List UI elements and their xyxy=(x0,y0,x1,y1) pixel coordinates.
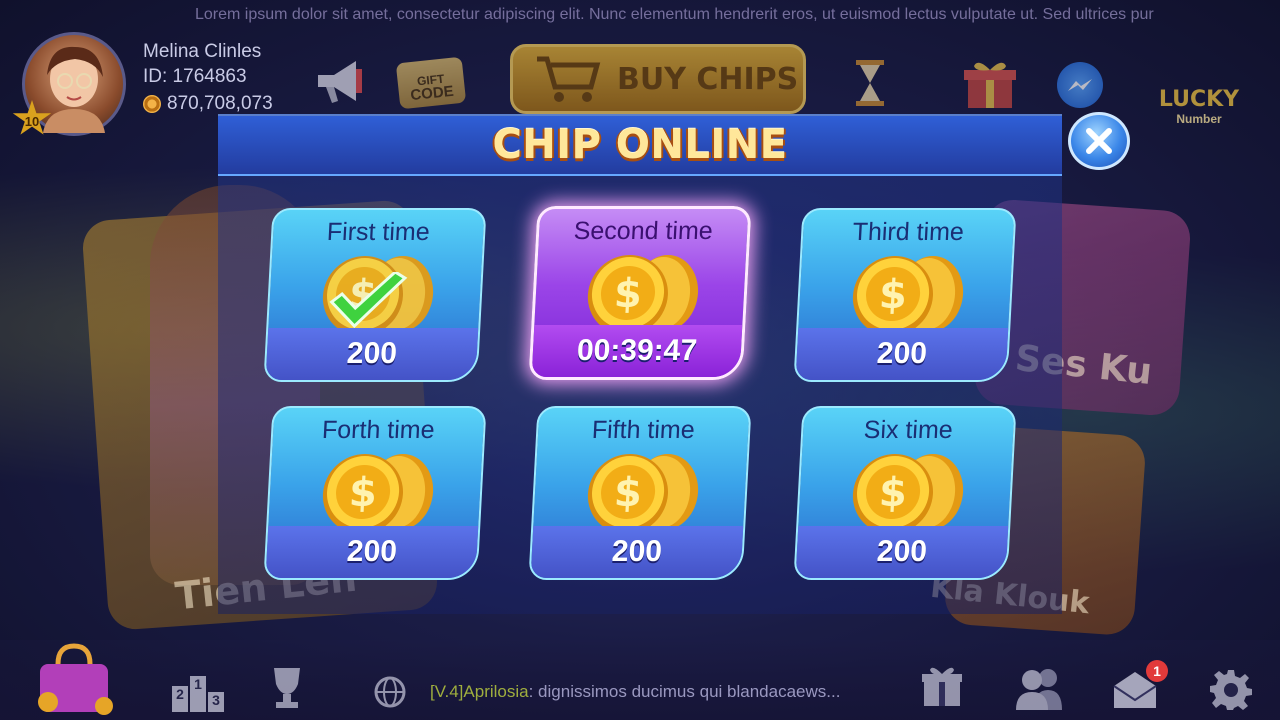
reward-card-label: Second time xyxy=(573,217,714,245)
mail-notification-badge: 1 xyxy=(1146,660,1168,682)
gift-box-icon[interactable] xyxy=(960,58,1020,110)
reward-card-label: Third time xyxy=(851,218,965,246)
reward-card-label: Forth time xyxy=(321,416,436,444)
chat-text: : dignissimos ducimus qui blandacaews... xyxy=(528,682,841,701)
coins-icon: $ xyxy=(587,454,699,534)
reward-card-second[interactable]: Second time $ 00:39:47 xyxy=(528,206,752,380)
user-chip-balance: 870,708,073 xyxy=(143,93,273,115)
close-icon xyxy=(1086,128,1112,154)
messenger-icon[interactable] xyxy=(1057,62,1103,108)
globe-icon[interactable] xyxy=(374,676,406,708)
checkmark-icon xyxy=(329,272,408,329)
friends-icon[interactable] xyxy=(1014,666,1066,710)
chat-sender: [V.4]Aprilosia xyxy=(430,682,529,701)
svg-text:$: $ xyxy=(613,271,643,317)
buy-chips-button[interactable]: BUY CHIPS xyxy=(510,44,806,114)
reward-card-third[interactable]: Third time $ 200 xyxy=(793,208,1017,382)
lucky-number-label: Number xyxy=(1176,111,1222,126)
shopping-cart-icon xyxy=(537,56,601,102)
coins-icon: $ xyxy=(852,256,964,336)
user-id: ID: 1764863 xyxy=(143,66,247,87)
reward-countdown-timer: 00:39:47 xyxy=(531,325,743,377)
reward-card-fifth[interactable]: Fifth time $ 200 xyxy=(528,406,752,580)
lucky-label: LUCKY xyxy=(1158,86,1240,112)
settings-gear-icon[interactable] xyxy=(1210,668,1252,710)
gift-icon[interactable] xyxy=(920,664,964,708)
ranking-bar-1: 1 xyxy=(190,676,206,712)
hourglass-icon[interactable] xyxy=(852,58,888,108)
svg-text:$: $ xyxy=(348,470,378,516)
gift-code-line2: CODE xyxy=(409,82,455,105)
chip-online-modal: CHIP ONLINE First time $ 200 Second time… xyxy=(218,114,1062,614)
reward-card-value: 200 xyxy=(265,328,479,380)
shop-bag-icon[interactable] xyxy=(30,636,120,716)
reward-card-value: 200 xyxy=(530,526,744,578)
lucky-number-button[interactable]: LUCKY Number xyxy=(1143,36,1255,136)
user-name: Melina Clinles xyxy=(143,41,262,62)
trophy-icon[interactable] xyxy=(266,664,308,710)
ranking-bar-3: 3 xyxy=(208,692,224,712)
gift-code-button[interactable]: GIFT CODE xyxy=(395,56,467,110)
reward-card-label: Six time xyxy=(863,416,954,444)
chat-message[interactable]: [V.4]Aprilosia: dignissimos ducimus qui … xyxy=(430,682,900,704)
chip-icon xyxy=(143,95,161,113)
svg-text:$: $ xyxy=(878,272,908,318)
reward-card-value: 200 xyxy=(265,526,479,578)
modal-title: CHIP ONLINE xyxy=(492,122,788,168)
ranking-bar-2: 2 xyxy=(172,686,188,712)
svg-text:$: $ xyxy=(613,470,643,516)
svg-text:$: $ xyxy=(878,470,908,516)
close-button[interactable] xyxy=(1068,112,1130,170)
news-marquee: Lorem ipsum dolor sit amet, consectetur … xyxy=(195,6,1154,23)
coins-icon: $ xyxy=(852,454,964,534)
reward-card-six[interactable]: Six time $ 200 xyxy=(793,406,1017,580)
ranking-icon[interactable]: 2 1 3 xyxy=(172,672,224,712)
megaphone-icon[interactable] xyxy=(312,55,368,107)
reward-card-forth[interactable]: Forth time $ 200 xyxy=(263,406,487,580)
reward-card-value: 200 xyxy=(795,526,1009,578)
buy-chips-label: BUY CHIPS xyxy=(617,61,799,97)
coins-icon: $ xyxy=(322,454,434,534)
chip-balance-value: 870,708,073 xyxy=(167,93,273,114)
reward-card-label: First time xyxy=(326,218,431,246)
reward-card-label: Fifth time xyxy=(591,416,696,444)
reward-card-first[interactable]: First time $ 200 xyxy=(263,208,487,382)
reward-card-value: 200 xyxy=(795,328,1009,380)
